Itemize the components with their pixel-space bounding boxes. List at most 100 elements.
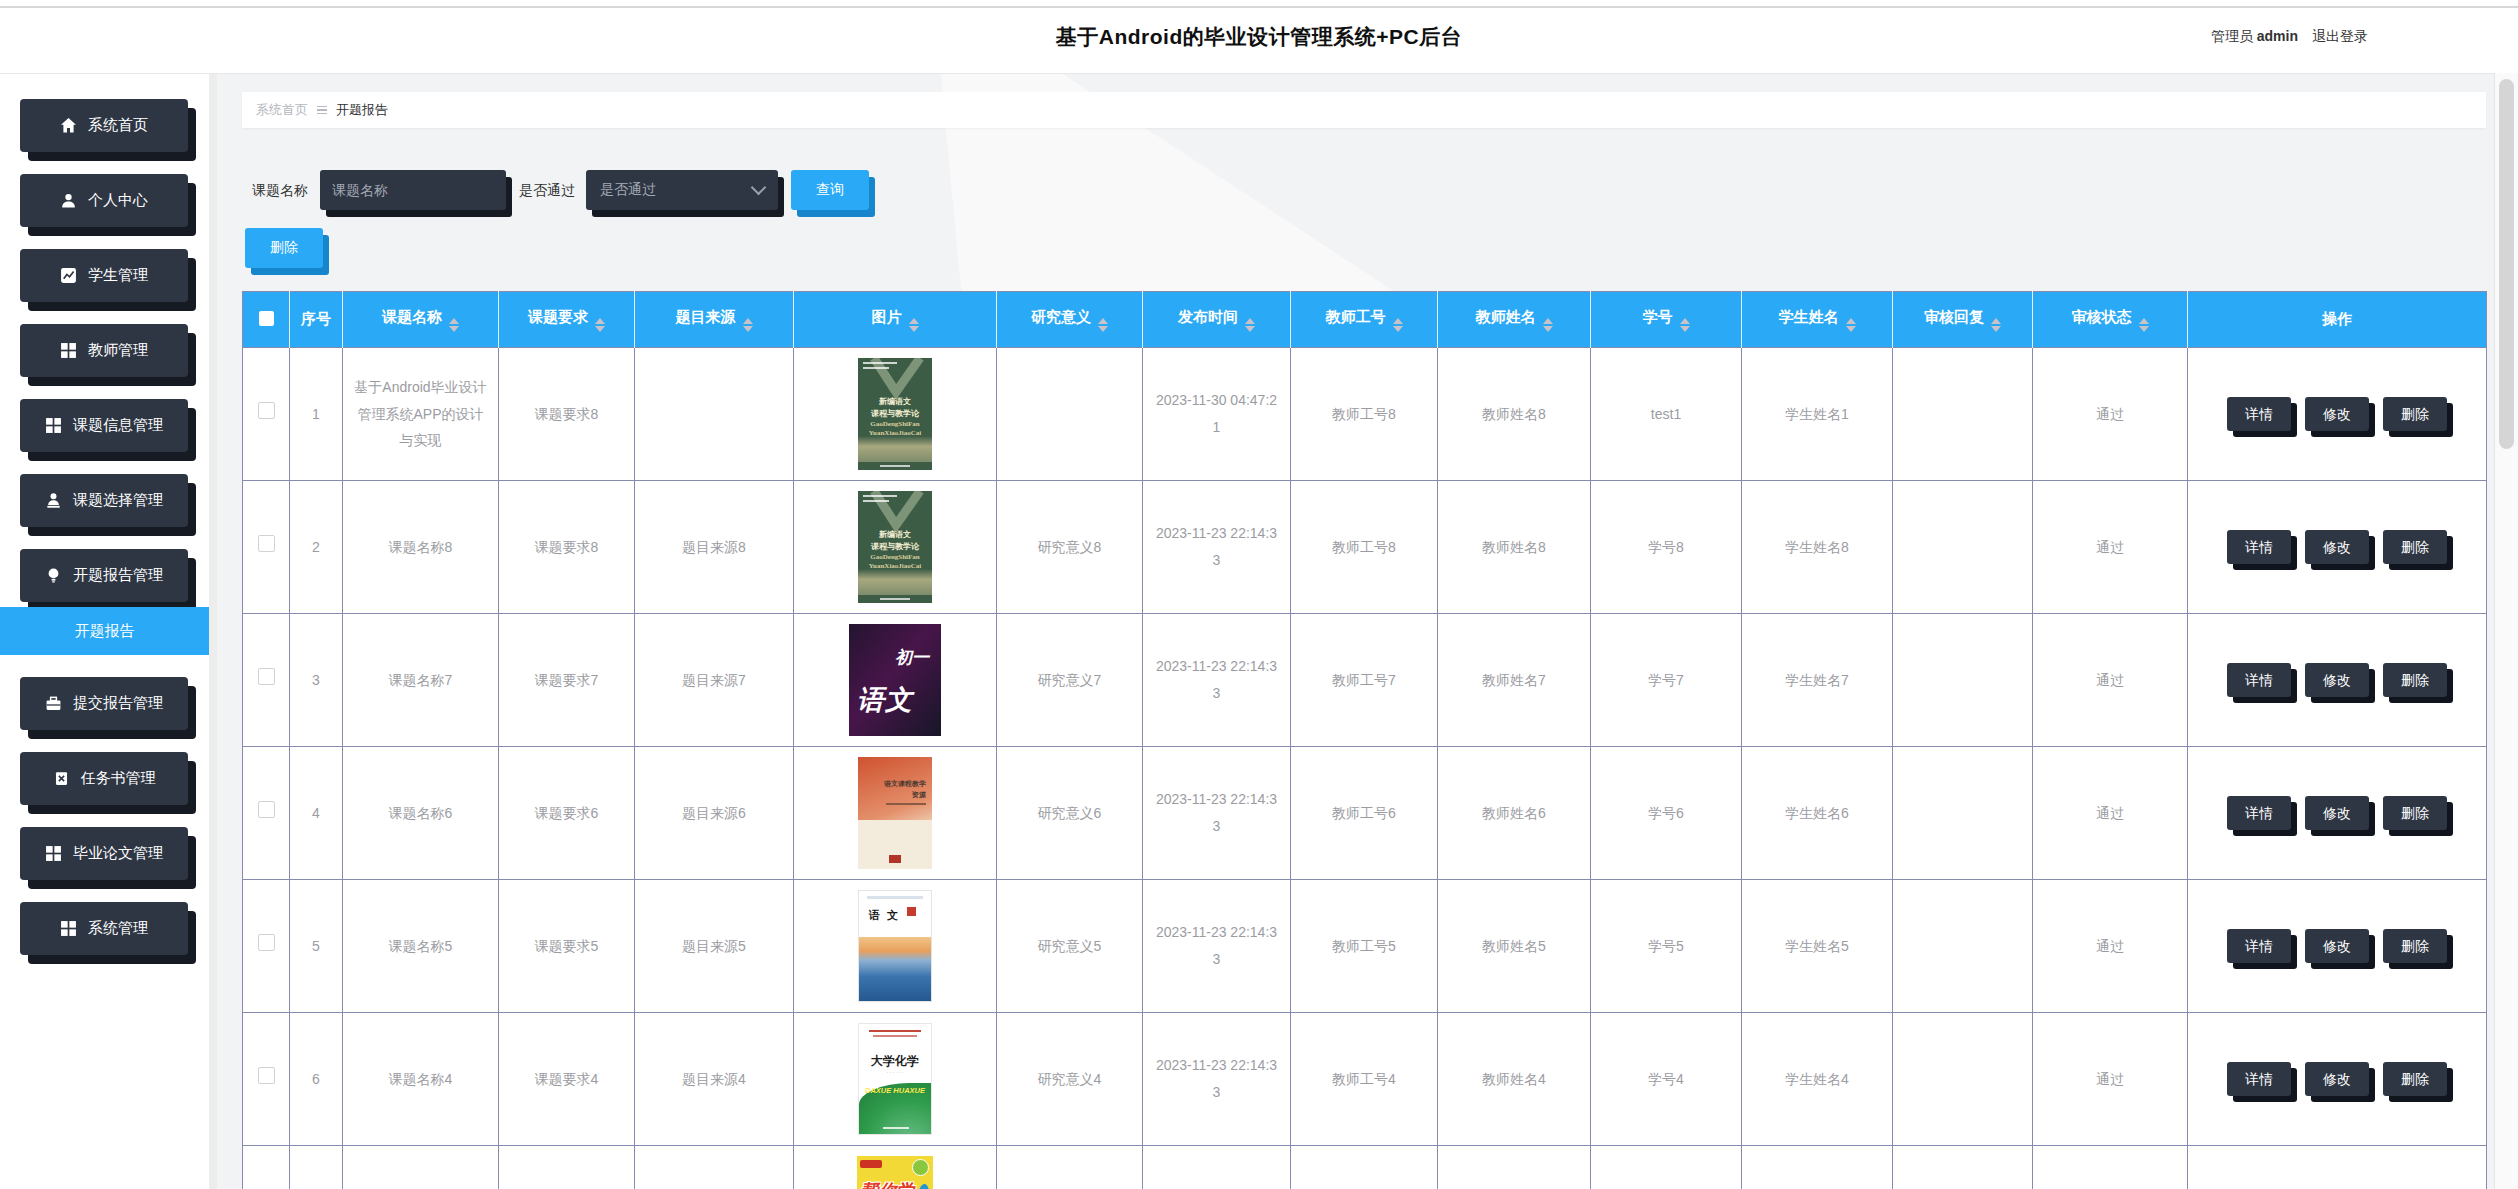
sidebar-item[interactable]: 系统管理 (20, 902, 188, 955)
sort-icon[interactable] (1543, 318, 1553, 332)
sidebar-item[interactable]: 课题选择管理 (20, 474, 188, 527)
cell-require: 课题要求5 (499, 880, 635, 1013)
cell-status: 通过 (2033, 348, 2188, 481)
sort-icon[interactable] (909, 318, 919, 332)
sidebar-subitem-active[interactable]: 开题报告 (0, 607, 209, 655)
cell-name: 课题名称5 (343, 880, 499, 1013)
row-checkbox[interactable] (258, 934, 275, 951)
row-checkbox[interactable] (258, 1067, 275, 1084)
delete-button[interactable]: 删除 (2383, 663, 2447, 697)
cell-require: 课题要求3 (499, 1146, 635, 1189)
delete-button[interactable]: 删除 (2383, 929, 2447, 963)
delete-button[interactable]: 删除 (2383, 397, 2447, 431)
detail-button[interactable]: 详情 (2227, 663, 2291, 697)
cell-meaning: 研究意义3 (997, 1146, 1143, 1189)
detail-button[interactable]: 详情 (2227, 929, 2291, 963)
delete-button[interactable]: 删除 (2383, 530, 2447, 564)
topic-name-input[interactable] (320, 170, 506, 210)
sort-icon[interactable] (595, 318, 605, 332)
page-scrollbar[interactable] (2494, 73, 2518, 1189)
column-header-meaning[interactable]: 研究意义 (997, 292, 1143, 348)
sort-icon[interactable] (1098, 318, 1108, 332)
cell-sid: 学号3 (1591, 1146, 1742, 1189)
breadcrumb-home[interactable]: 系统首页 (256, 101, 308, 119)
row-checkbox[interactable] (258, 535, 275, 552)
sort-icon[interactable] (449, 318, 459, 332)
column-header-label: 题目来源 (676, 308, 736, 325)
row-checkbox[interactable] (258, 402, 275, 419)
column-header-sname[interactable]: 学生姓名 (1742, 292, 1893, 348)
main-content: 系统首页 开题报告 课题名称 是否通过 是否通过 查询 删除 序号课题名称课题要… (217, 73, 2494, 1189)
column-header-tid[interactable]: 教师工号 (1291, 292, 1438, 348)
cover-title: 语文 (857, 675, 913, 726)
column-header-name[interactable]: 课题名称 (343, 292, 499, 348)
sidebar-item[interactable]: 课题信息管理 (20, 399, 188, 452)
cell-require: 课题要求8 (499, 481, 635, 614)
cover-text (907, 907, 916, 916)
top-divider (0, 6, 2518, 8)
detail-button[interactable]: 详情 (2227, 530, 2291, 564)
sidebar-item[interactable]: 教师管理 (20, 324, 188, 377)
page-scrollbar-thumb[interactable] (2499, 79, 2514, 449)
cell-reply (1893, 1013, 2033, 1146)
report-table: 序号课题名称课题要求题目来源图片研究意义发布时间教师工号教师姓名学号学生姓名审核… (242, 291, 2487, 1189)
sidebar-item[interactable]: 毕业论文管理 (20, 827, 188, 880)
cell-name: 课题名称4 (343, 1013, 499, 1146)
edit-button[interactable]: 修改 (2305, 530, 2369, 564)
sort-icon[interactable] (1991, 318, 2001, 332)
column-header-sid[interactable]: 学号 (1591, 292, 1742, 348)
sort-icon[interactable] (1846, 318, 1856, 332)
column-header-reply[interactable]: 审核回复 (1893, 292, 2033, 348)
column-header-time[interactable]: 发布时间 (1143, 292, 1291, 348)
edit-button[interactable]: 修改 (2305, 397, 2369, 431)
sidebar-item-label: 任务书管理 (81, 769, 156, 788)
row-checkbox[interactable] (258, 801, 275, 818)
search-button[interactable]: 查询 (791, 170, 869, 210)
sort-icon[interactable] (1393, 318, 1403, 332)
edit-button[interactable]: 修改 (2305, 1062, 2369, 1096)
caret-up-icon (1393, 318, 1403, 324)
cell-time: 2023-11-23 22:14:33 (1143, 880, 1291, 1013)
column-header-source[interactable]: 题目来源 (635, 292, 794, 348)
delete-button[interactable]: 删除 (2383, 1062, 2447, 1096)
sidebar-item-label: 课题信息管理 (73, 416, 163, 435)
sidebar-item[interactable]: 系统首页 (20, 99, 188, 152)
cover-text: · · · · · · (859, 1068, 931, 1078)
book-cover-image: 语 文 (858, 890, 932, 1002)
batch-delete-button[interactable]: 删除 (245, 228, 323, 268)
briefcase-icon (45, 695, 62, 712)
caret-up-icon (449, 318, 459, 324)
sidebar-item[interactable]: 学生管理 (20, 249, 188, 302)
detail-button[interactable]: 详情 (2227, 397, 2291, 431)
column-header-status[interactable]: 审核状态 (2033, 292, 2188, 348)
cell-index: 5 (290, 880, 343, 1013)
logout-link[interactable]: 退出登录 (2312, 28, 2368, 46)
detail-button[interactable]: 详情 (2227, 796, 2291, 830)
sort-icon[interactable] (1245, 318, 1255, 332)
cell-source: 题目来源8 (635, 481, 794, 614)
sort-icon[interactable] (2139, 318, 2149, 332)
sidebar-item[interactable]: 个人中心 (20, 174, 188, 227)
page-title: 基于Android的毕业设计管理系统+PC后台 (0, 0, 2518, 73)
cell-index: 1 (290, 348, 343, 481)
sidebar-item[interactable]: 任务书管理 (20, 752, 188, 805)
pass-select[interactable]: 是否通过 (586, 170, 778, 210)
edit-button[interactable]: 修改 (2305, 796, 2369, 830)
row-checkbox[interactable] (258, 668, 275, 685)
sidebar-item[interactable]: 提交报告管理 (20, 677, 188, 730)
sort-icon[interactable] (1680, 318, 1690, 332)
edit-button[interactable]: 修改 (2305, 929, 2369, 963)
edit-button[interactable]: 修改 (2305, 663, 2369, 697)
column-header-require[interactable]: 课题要求 (499, 292, 635, 348)
sidebar-item[interactable]: 开题报告管理 (20, 549, 188, 602)
delete-button[interactable]: 删除 (2383, 796, 2447, 830)
detail-button[interactable]: 详情 (2227, 1062, 2291, 1096)
column-header-image[interactable]: 图片 (794, 292, 997, 348)
table-row: 3课题名称7课题要求7题目来源7初一语文研究意义72023-11-23 22:1… (243, 614, 2487, 747)
sidebar-scrollbar[interactable] (209, 73, 217, 1189)
cover-title: 语文课程教学资源 (884, 779, 926, 800)
sort-icon[interactable] (743, 318, 753, 332)
cell-source (635, 348, 794, 481)
column-header-tname[interactable]: 教师姓名 (1438, 292, 1591, 348)
select-all-checkbox[interactable] (259, 311, 274, 326)
